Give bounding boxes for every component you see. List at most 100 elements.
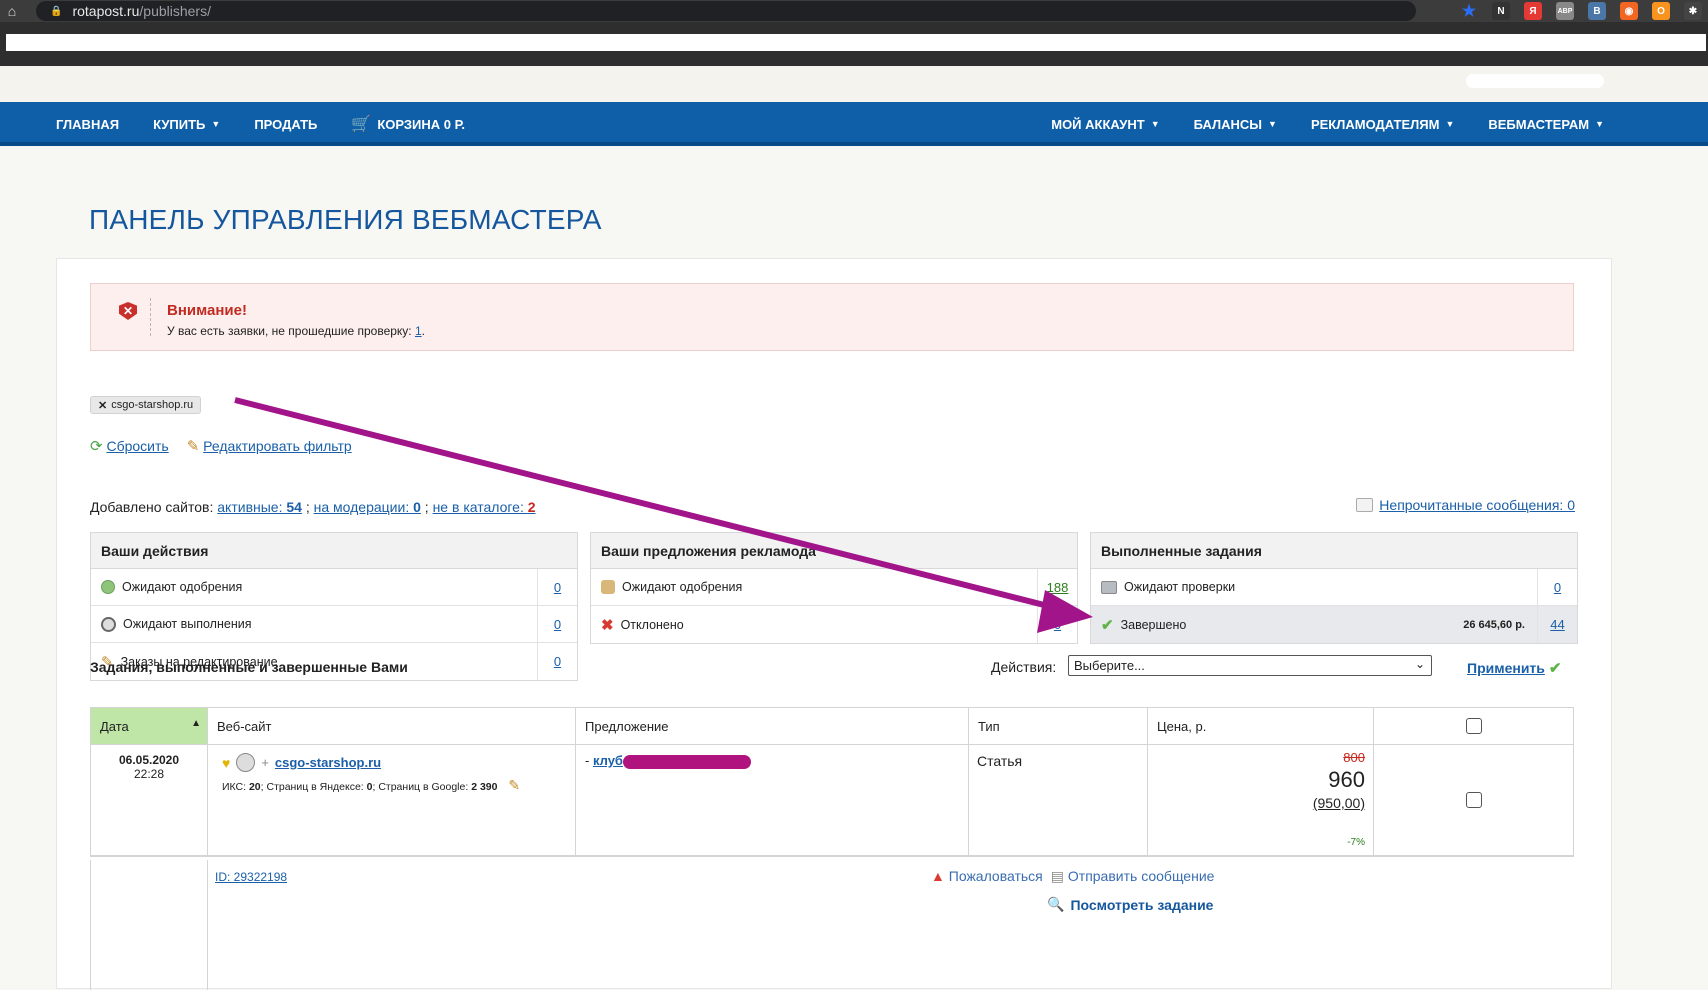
nav-account-label: МОЙ АККАУНТ xyxy=(1051,116,1145,132)
site-link[interactable]: csgo-starshop.ru xyxy=(275,755,381,770)
moderation-sites-link[interactable]: на модерации: 0 xyxy=(314,499,421,515)
edit-filter-link[interactable]: Редактировать фильтр xyxy=(203,438,352,454)
done-row-awaiting-review: Ожидают проверки 0 xyxy=(1091,568,1577,606)
checkmark-icon: ✔ xyxy=(1101,616,1114,634)
active-sites-link[interactable]: активные: 54 xyxy=(217,499,302,515)
ext-vk-icon[interactable]: B xyxy=(1588,2,1606,20)
refresh-icon: ⟳ xyxy=(90,438,103,455)
nav-webmasters-label: ВЕБМАСТЕРАМ xyxy=(1488,116,1590,132)
select-all-checkbox[interactable] xyxy=(1465,718,1482,734)
caret-down-icon: ▼ xyxy=(1268,119,1277,129)
ext-ok-icon[interactable]: O xyxy=(1652,2,1670,20)
reset-filter-link[interactable]: Сбросить xyxy=(106,438,168,454)
done-row-completed: ✔ Завершено 26 645,60 р. 44 xyxy=(1091,606,1577,643)
avatar xyxy=(236,753,256,772)
nav-balances[interactable]: БАЛАНСЫ ▼ xyxy=(1194,117,1277,132)
caret-down-icon: ▼ xyxy=(1150,119,1160,129)
remove-filter-icon[interactable]: ✕ xyxy=(98,399,107,412)
edit-filter[interactable]: ✎ Редактировать фильтр xyxy=(187,437,352,455)
ext-yandex-icon[interactable]: Я xyxy=(1524,2,1542,20)
filter-tag-label: csgo-starshop.ru xyxy=(111,399,194,411)
apply-button[interactable]: Применить ✔ xyxy=(1467,659,1561,677)
caret-down-icon: ▼ xyxy=(211,119,221,129)
row-label: Ожидают одобрения xyxy=(622,580,743,594)
not-in-catalog-label: не в каталоге: xyxy=(432,499,528,515)
view-task-link[interactable]: Посмотреть задание xyxy=(1070,897,1213,913)
nav-buy[interactable]: КУПИТЬ ▼ xyxy=(153,117,220,132)
row-count-link[interactable]: 0 xyxy=(554,654,561,669)
row-type: Статья xyxy=(969,745,1148,855)
complain-label: Пожаловаться xyxy=(948,868,1043,884)
reset-filter[interactable]: ⟳ Сбросить xyxy=(90,437,169,455)
alert-text: У вас есть заявки, не прошедшие проверку… xyxy=(167,324,425,338)
sites-separator: ; xyxy=(420,499,433,515)
nav-account[interactable]: МОЙ АККАУНТ ▼ xyxy=(1051,117,1159,132)
row-website: ♥ + csgo-starshop.ru ИКС: 20; Страниц в Ян… xyxy=(208,745,576,855)
ext-abp-icon[interactable]: ABP xyxy=(1556,2,1574,20)
nav-webmasters[interactable]: ВЕБМАСТЕРАМ ▼ xyxy=(1488,117,1604,132)
pencil-icon: ✎ xyxy=(186,438,200,455)
row-count-link[interactable]: 0 xyxy=(1554,580,1561,595)
alert-divider xyxy=(150,298,151,336)
price-new: 960 xyxy=(1328,767,1365,792)
caret-down-icon: ▼ xyxy=(1445,119,1455,129)
col-select-all xyxy=(1374,708,1573,744)
nav-sell[interactable]: ПРОДАТЬ xyxy=(254,117,317,132)
row-count-link[interactable]: 188 xyxy=(1047,580,1069,595)
envelope-icon xyxy=(1356,498,1374,512)
offer-prefix: - xyxy=(585,753,593,768)
view-task-button[interactable]: 🔍 Посмотреть задание xyxy=(1047,896,1213,913)
task-id-link[interactable]: ID: 29322198 xyxy=(215,870,287,884)
lock-icon: 🔒 xyxy=(50,5,63,17)
chevron-down-icon: ⌄ xyxy=(1414,657,1425,671)
filter-actions: ⟳ Сбросить ✎ Редактировать фильтр xyxy=(90,437,352,455)
nav-cart[interactable]: 🛒 КОРЗИНА 0 Р. xyxy=(351,114,465,134)
bookmark-star-icon[interactable]: ★ xyxy=(1460,2,1478,20)
completed-tasks-box: Выполненные задания Ожидают проверки 0 ✔… xyxy=(1090,532,1578,644)
cart-icon: 🛒 xyxy=(351,116,372,133)
bulk-actions-select[interactable]: Выберите... ⌄ xyxy=(1068,655,1432,676)
bookmarks-bar xyxy=(0,22,1708,66)
site-plus: + xyxy=(261,755,269,770)
dashboard-panel: ✕ Внимание! У вас есть заявки, не прошед… xyxy=(56,258,1612,990)
not-in-catalog-link[interactable]: не в каталоге: 2 xyxy=(433,499,536,515)
row-count-link[interactable]: 44 xyxy=(1550,617,1564,632)
actions-row-awaiting-approval: Ожидают одобрения 0 xyxy=(91,568,577,606)
complain-action[interactable]: ▲ Пожаловаться xyxy=(931,868,1043,885)
row-count-link[interactable]: 0 xyxy=(554,580,561,595)
offer-link[interactable]: клуб xyxy=(593,753,623,768)
send-message-action[interactable]: ▤ Отправить сообщение xyxy=(1051,868,1215,885)
alert-link[interactable]: 1 xyxy=(415,324,422,338)
ext-rss-icon[interactable]: ◉ xyxy=(1620,2,1638,20)
col-type: Тип xyxy=(969,708,1148,744)
apply-link[interactable]: Применить xyxy=(1467,660,1545,676)
nav-sell-label: ПРОДАТЬ xyxy=(254,116,318,132)
row-label: Ожидают проверки xyxy=(1124,580,1236,594)
nav-home[interactable]: ГЛАВНАЯ xyxy=(56,117,119,132)
col-date[interactable]: Дата ▲ xyxy=(91,708,208,744)
iks-value: 20 xyxy=(248,781,261,793)
row-count-link[interactable]: 0 xyxy=(554,617,561,632)
row-label: Ожидают выполнения xyxy=(123,617,252,631)
unread-messages-link[interactable]: Непрочитанные сообщения: 0 xyxy=(1379,497,1575,513)
shield-warning-icon: ✕ xyxy=(119,302,137,320)
address-bar[interactable]: 🔒 rotapost.ru/publishers/ xyxy=(36,1,1416,21)
nav-advertisers[interactable]: РЕКЛАМОДАТЕЛЯМ ▼ xyxy=(1311,117,1454,132)
row-date: 06.05.2020 22:28 xyxy=(91,745,208,855)
ext-notion-icon[interactable]: N xyxy=(1492,2,1510,20)
filter-tag[interactable]: ✕ csgo-starshop.ru xyxy=(90,396,202,414)
pencil-icon[interactable]: ✎ xyxy=(508,777,520,793)
row-count-link[interactable]: 0 xyxy=(1054,617,1061,632)
row-checkbox[interactable] xyxy=(1465,792,1482,808)
home-icon[interactable]: ⌂ xyxy=(0,3,24,19)
browser-toolbar: ⌂ 🔒 rotapost.ru/publishers/ ★ N Я ABP B ◉ O ✱ xyxy=(0,0,1708,22)
nav-balances-label: БАЛАНСЫ xyxy=(1193,116,1263,132)
main-navbar: ГЛАВНАЯ КУПИТЬ ▼ ПРОДАТЬ 🛒 КОРЗИНА 0 Р. МО… xyxy=(0,102,1708,146)
inbox-icon xyxy=(1101,580,1117,594)
alert-message: У вас есть заявки, не прошедшие проверку… xyxy=(167,324,415,338)
unread-messages[interactable]: Непрочитанные сообщения: 0 xyxy=(1356,497,1575,513)
extensions-puzzle-icon[interactable]: ✱ xyxy=(1684,2,1702,20)
your-actions-title: Ваши действия xyxy=(91,533,577,569)
bookmarks-strip xyxy=(6,34,1706,51)
iks-label: ИКС: xyxy=(222,781,249,793)
